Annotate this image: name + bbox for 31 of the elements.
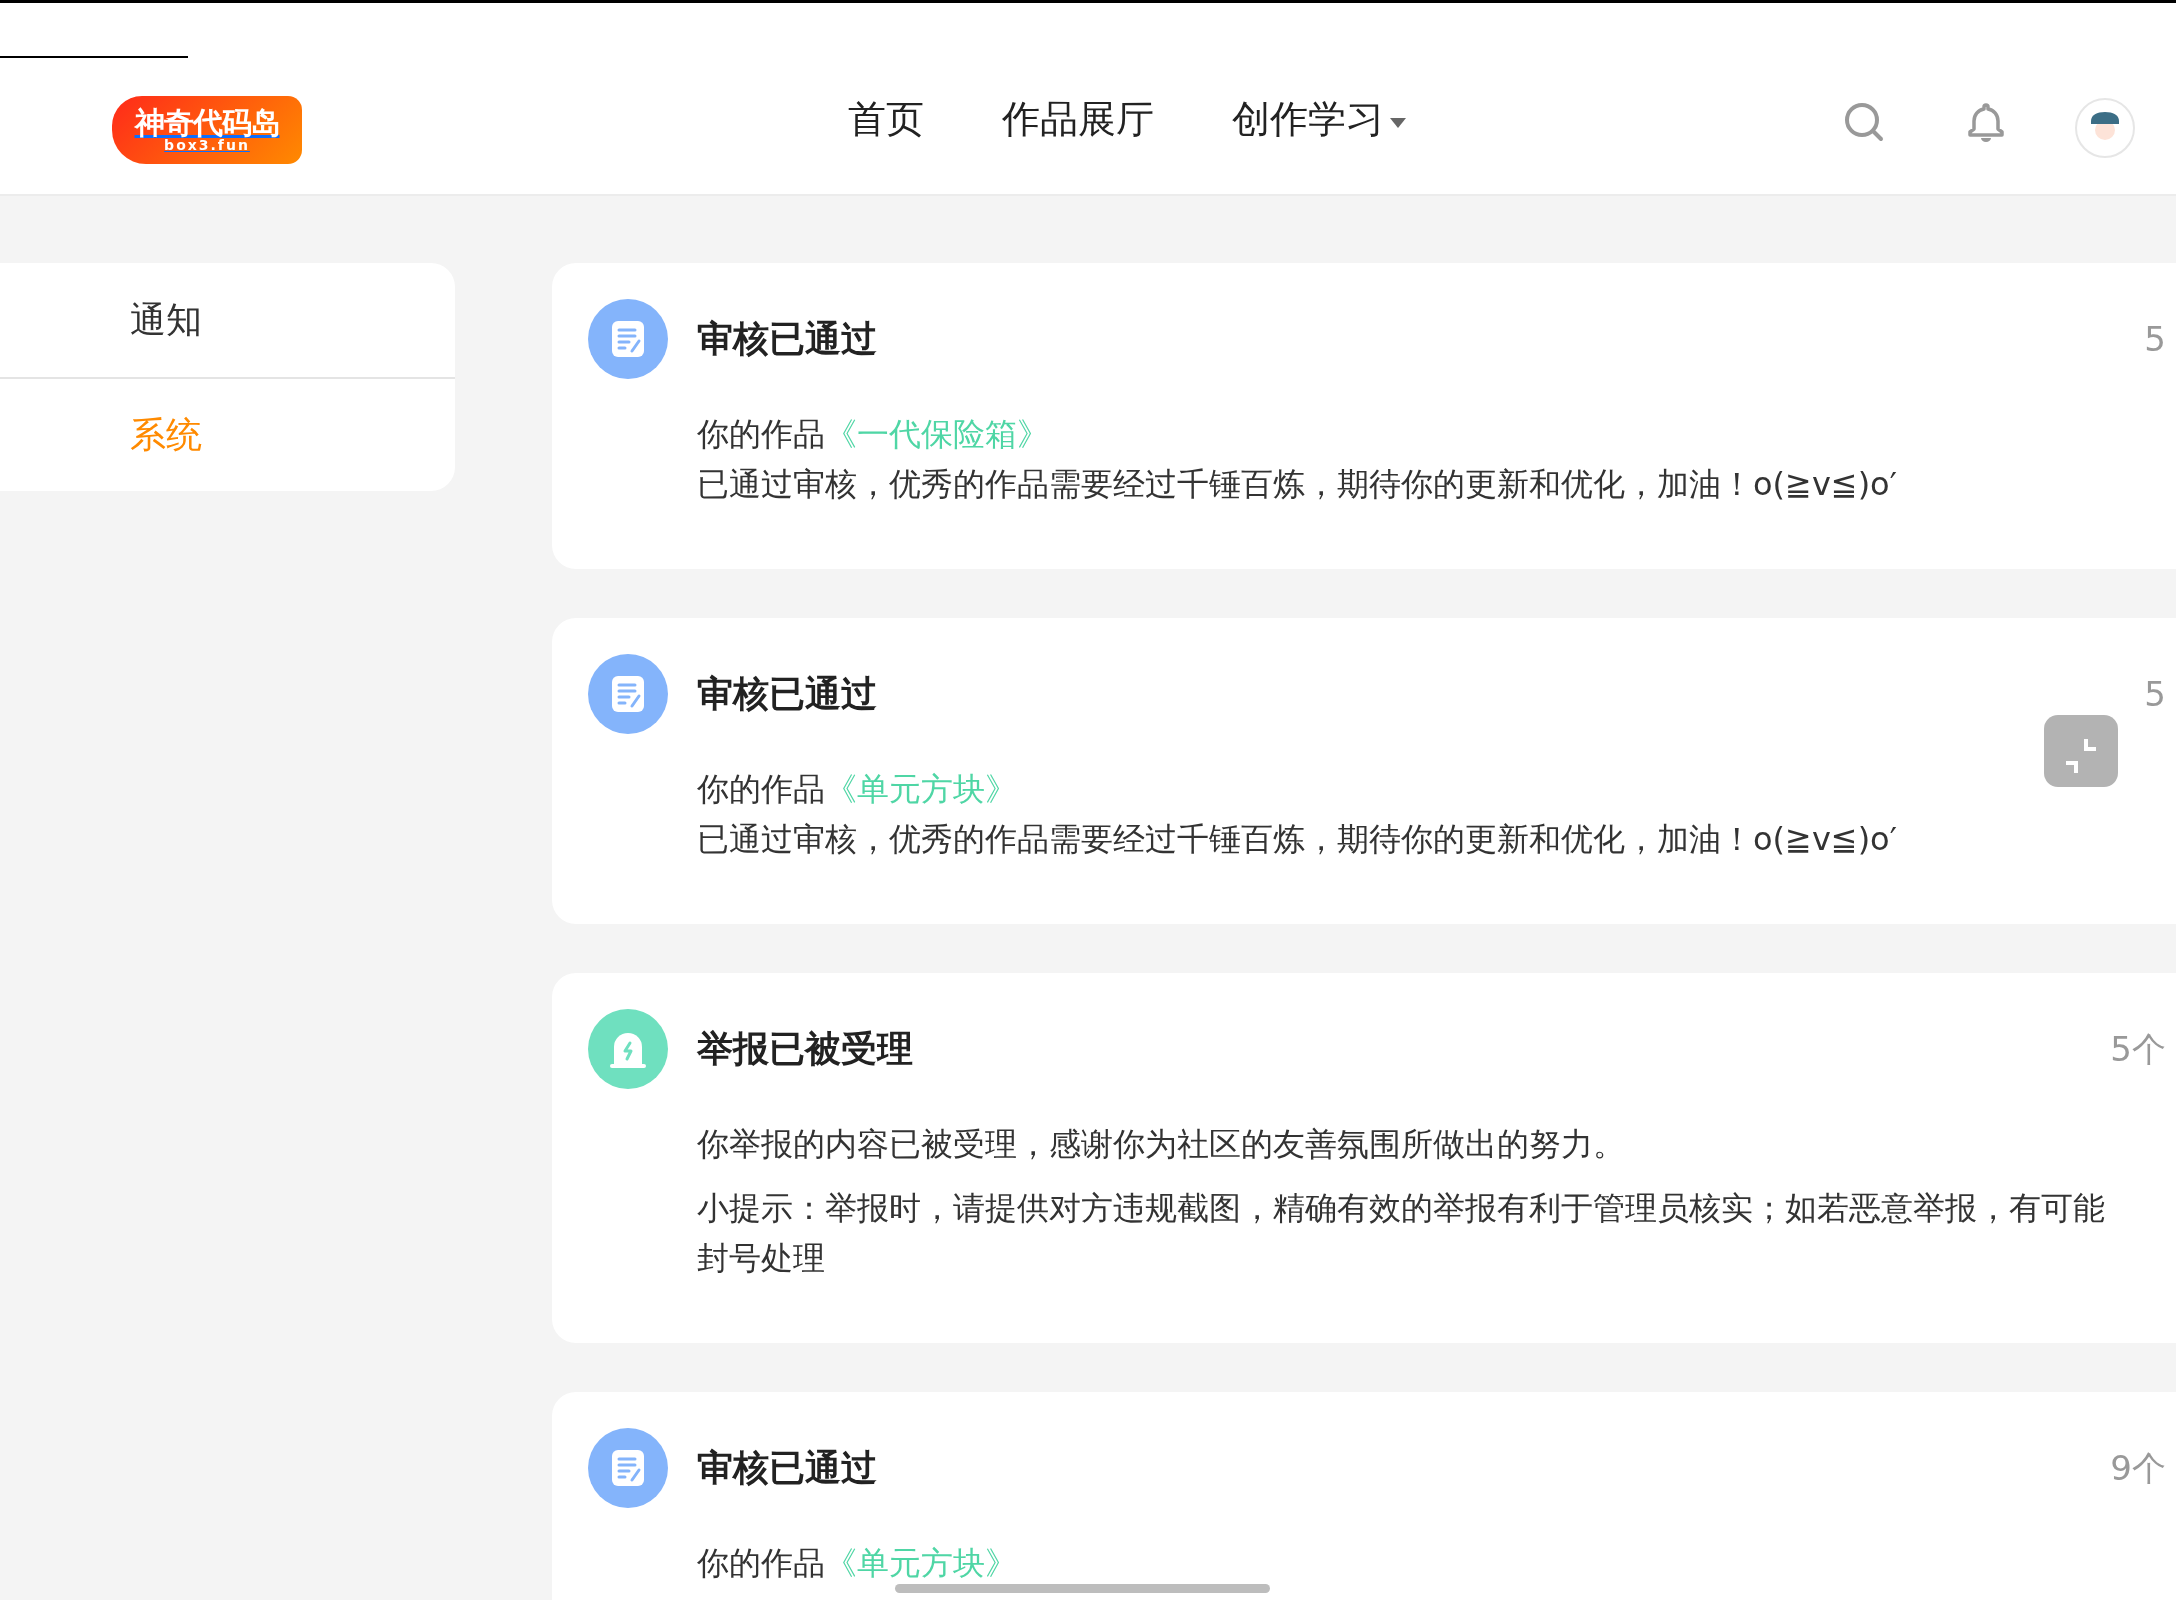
notification-time: 9个 [2110, 1446, 2166, 1490]
notification-title: 审核已通过 [697, 317, 877, 361]
message-text: 你的作品《一代保险箱》 已通过审核，优秀的作品需要经过千锤百炼，期待你的更新和优化，加油！o(≧v≦)o′ [697, 414, 1898, 505]
avatar[interactable] [2075, 98, 2135, 158]
work-link[interactable]: 《一代保险箱》 [825, 415, 1049, 453]
work-link[interactable]: 《单元方块》 [825, 1544, 1017, 1582]
notification-title: 审核已通过 [697, 672, 877, 716]
notification-time: 5 [2144, 672, 2166, 716]
message-text: 你的作品《单元方块》 [697, 1543, 1018, 1584]
sidebar-item[interactable]: 通知 [0, 263, 455, 377]
document-icon [588, 299, 668, 379]
message-text: 你的作品《单元方块》 已通过审核，优秀的作品需要经过千锤百炼，期待你的更新和优化，加油！o(≧v≦)o′ [697, 769, 1898, 860]
work-link[interactable]: 《单元方块》 [825, 770, 1017, 808]
notification-time: 5个 [2110, 1027, 2166, 1071]
scrollbar-thumb[interactable] [895, 1584, 1270, 1593]
message-text: 小提示：举报时，请提供对方违规截图，精确有效的举报有利于管理员核实；如若恶意举报，有可能 封号处理 [697, 1188, 2106, 1279]
notification-title: 举报已被受理 [697, 1027, 913, 1071]
bell-icon[interactable] [1966, 101, 2006, 143]
nav-link[interactable]: 创作学习 [1190, 91, 1442, 148]
search-icon[interactable] [1843, 101, 1885, 143]
collapse-button[interactable] [2044, 715, 2118, 787]
nav-link[interactable]: 作品展厅 [960, 91, 1190, 148]
notification-title: 审核已通过 [697, 1446, 877, 1490]
sidebar-item[interactable]: 系统 [0, 377, 455, 491]
alarm-icon [588, 1009, 668, 1089]
document-icon [588, 654, 668, 734]
notification-time: 5 [2144, 317, 2166, 361]
nav-link[interactable]: 首页 [806, 91, 960, 148]
message-text: 你举报的内容已被受理，感谢你为社区的友善氛围所做出的努力。 [697, 1124, 1626, 1165]
logo[interactable]: 神奇代码岛 box3.fun [112, 96, 302, 164]
document-icon [588, 1428, 668, 1508]
